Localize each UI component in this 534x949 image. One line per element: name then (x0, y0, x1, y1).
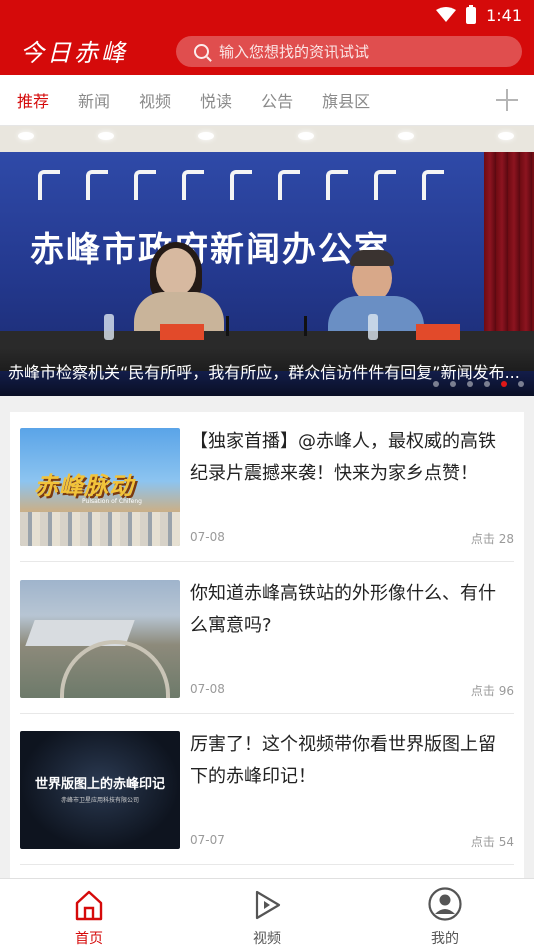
water-bottle (368, 314, 378, 340)
article-title[interactable]: 厉害了！这个视频带你看世界版图上留下的赤峰印记！ (190, 729, 510, 793)
article-clicks: 点击 96 (470, 684, 514, 698)
article-clicks: 点击 54 (470, 835, 514, 849)
article-item[interactable]: 赤峰脉动 Pulsation of Chifeng 【独家首播】@赤峰人，最权威… (20, 412, 514, 562)
article-clicks: 点击 28 (470, 532, 514, 546)
article-date: 07-08 (190, 682, 225, 696)
app-logo: 今日赤峰 (20, 39, 128, 67)
article-thumbnail: 赤峰脉动 Pulsation of Chifeng (20, 428, 180, 546)
carousel-dot[interactable] (518, 381, 524, 387)
search-icon (194, 44, 209, 59)
battery-icon (466, 4, 477, 24)
tab-news[interactable]: 新闻 (78, 88, 110, 112)
tab-recommend[interactable]: 推荐 (17, 88, 49, 112)
thumbnail-subtitle: 赤峰市卫星应用科技有限公司 (60, 797, 139, 804)
article-title[interactable]: 你知道赤峰高铁站的外形像什么、有什么寓意吗? (190, 578, 510, 642)
search-placeholder: 输入您想找的资讯试试 (219, 43, 370, 61)
tab-districts[interactable]: 旗县区 (322, 88, 370, 112)
nameplate (416, 324, 460, 340)
article-item[interactable]: 你知道赤峰高铁站的外形像什么、有什么寓意吗? 07-08 点击 96 (20, 564, 514, 714)
nav-home[interactable]: 首页 (39, 879, 139, 949)
article-item[interactable]: 世界版图上的赤峰印记 赤峰市卫星应用科技有限公司 厉害了！这个视频带你看世界版图… (20, 715, 514, 865)
microphone (304, 316, 307, 336)
banner-caption[interactable]: 赤峰市检察机关“民有所呼，我有所应，群众信访件件有回复”新闻发布... (8, 359, 528, 383)
banner-hall-title: 赤峰市政府新闻办公室 (30, 230, 390, 270)
app-screen: 1:41 今日赤峰 输入您想找的资讯试试 推荐 新闻 视频 悦读 公告 旗县区 (0, 0, 534, 949)
top-header: 1:41 今日赤峰 输入您想找的资讯试试 (0, 0, 534, 75)
search-bar[interactable]: 输入您想找的资讯试试 (176, 36, 522, 67)
user-icon (428, 887, 462, 921)
carousel-dot[interactable] (450, 381, 456, 387)
category-tabs: 推荐 新闻 视频 悦读 公告 旗县区 (0, 75, 534, 126)
thumbnail-road (60, 640, 170, 698)
nav-me[interactable]: 我的 (395, 879, 495, 949)
banner-curtain (484, 152, 534, 352)
thumbnail-logo: 赤峰脉动 (34, 472, 134, 500)
speaker-left-head (156, 248, 196, 296)
bottom-nav: 首页 视频 我的 (0, 878, 534, 949)
article-thumbnail: 世界版图上的赤峰印记 赤峰市卫星应用科技有限公司 (20, 731, 180, 849)
carousel-dot[interactable] (433, 381, 439, 387)
tab-notice[interactable]: 公告 (261, 88, 293, 112)
nav-video-label: 视频 (253, 931, 281, 947)
article-title[interactable]: 【独家首播】@赤峰人，最权威的高铁纪录片震撼来袭！快来为家乡点赞！ (190, 426, 510, 490)
carousel-dot[interactable] (484, 381, 490, 387)
nav-video[interactable]: 视频 (217, 879, 317, 949)
add-channel-icon[interactable] (496, 89, 518, 111)
thumbnail-subtitle: Pulsation of Chifeng (82, 498, 142, 505)
thumbnail-cityscape (20, 512, 180, 546)
article-thumbnail (20, 580, 180, 698)
home-icon (75, 890, 103, 921)
banner-carousel[interactable]: 赤峰市政府新闻办公室 赤峰市检察机关“民有所呼，我有所应，群众信访件件有回复”新… (0, 126, 534, 396)
nav-home-label: 首页 (75, 931, 103, 947)
article-list: 赤峰脉动 Pulsation of Chifeng 【独家首播】@赤峰人，最权威… (10, 412, 524, 878)
article-date: 07-08 (190, 530, 225, 544)
microphone (226, 316, 229, 336)
carousel-dots (433, 381, 524, 387)
thumbnail-title: 世界版图上的赤峰印记 (34, 777, 165, 792)
status-bar: 1:41 (436, 4, 522, 26)
status-time: 1:41 (486, 5, 522, 25)
tab-video[interactable]: 视频 (139, 88, 171, 112)
banner-ceiling (0, 126, 534, 152)
nav-me-label: 我的 (431, 931, 459, 947)
play-icon (255, 890, 281, 920)
water-bottle (104, 314, 114, 340)
mongolian-script (38, 170, 458, 204)
article-date: 07-07 (190, 833, 225, 847)
tab-reading[interactable]: 悦读 (200, 88, 232, 112)
wifi-icon (436, 7, 457, 22)
speaker-right-hair (350, 250, 394, 266)
carousel-dot[interactable] (467, 381, 473, 387)
nameplate (160, 324, 204, 340)
carousel-dot-active[interactable] (501, 381, 507, 387)
